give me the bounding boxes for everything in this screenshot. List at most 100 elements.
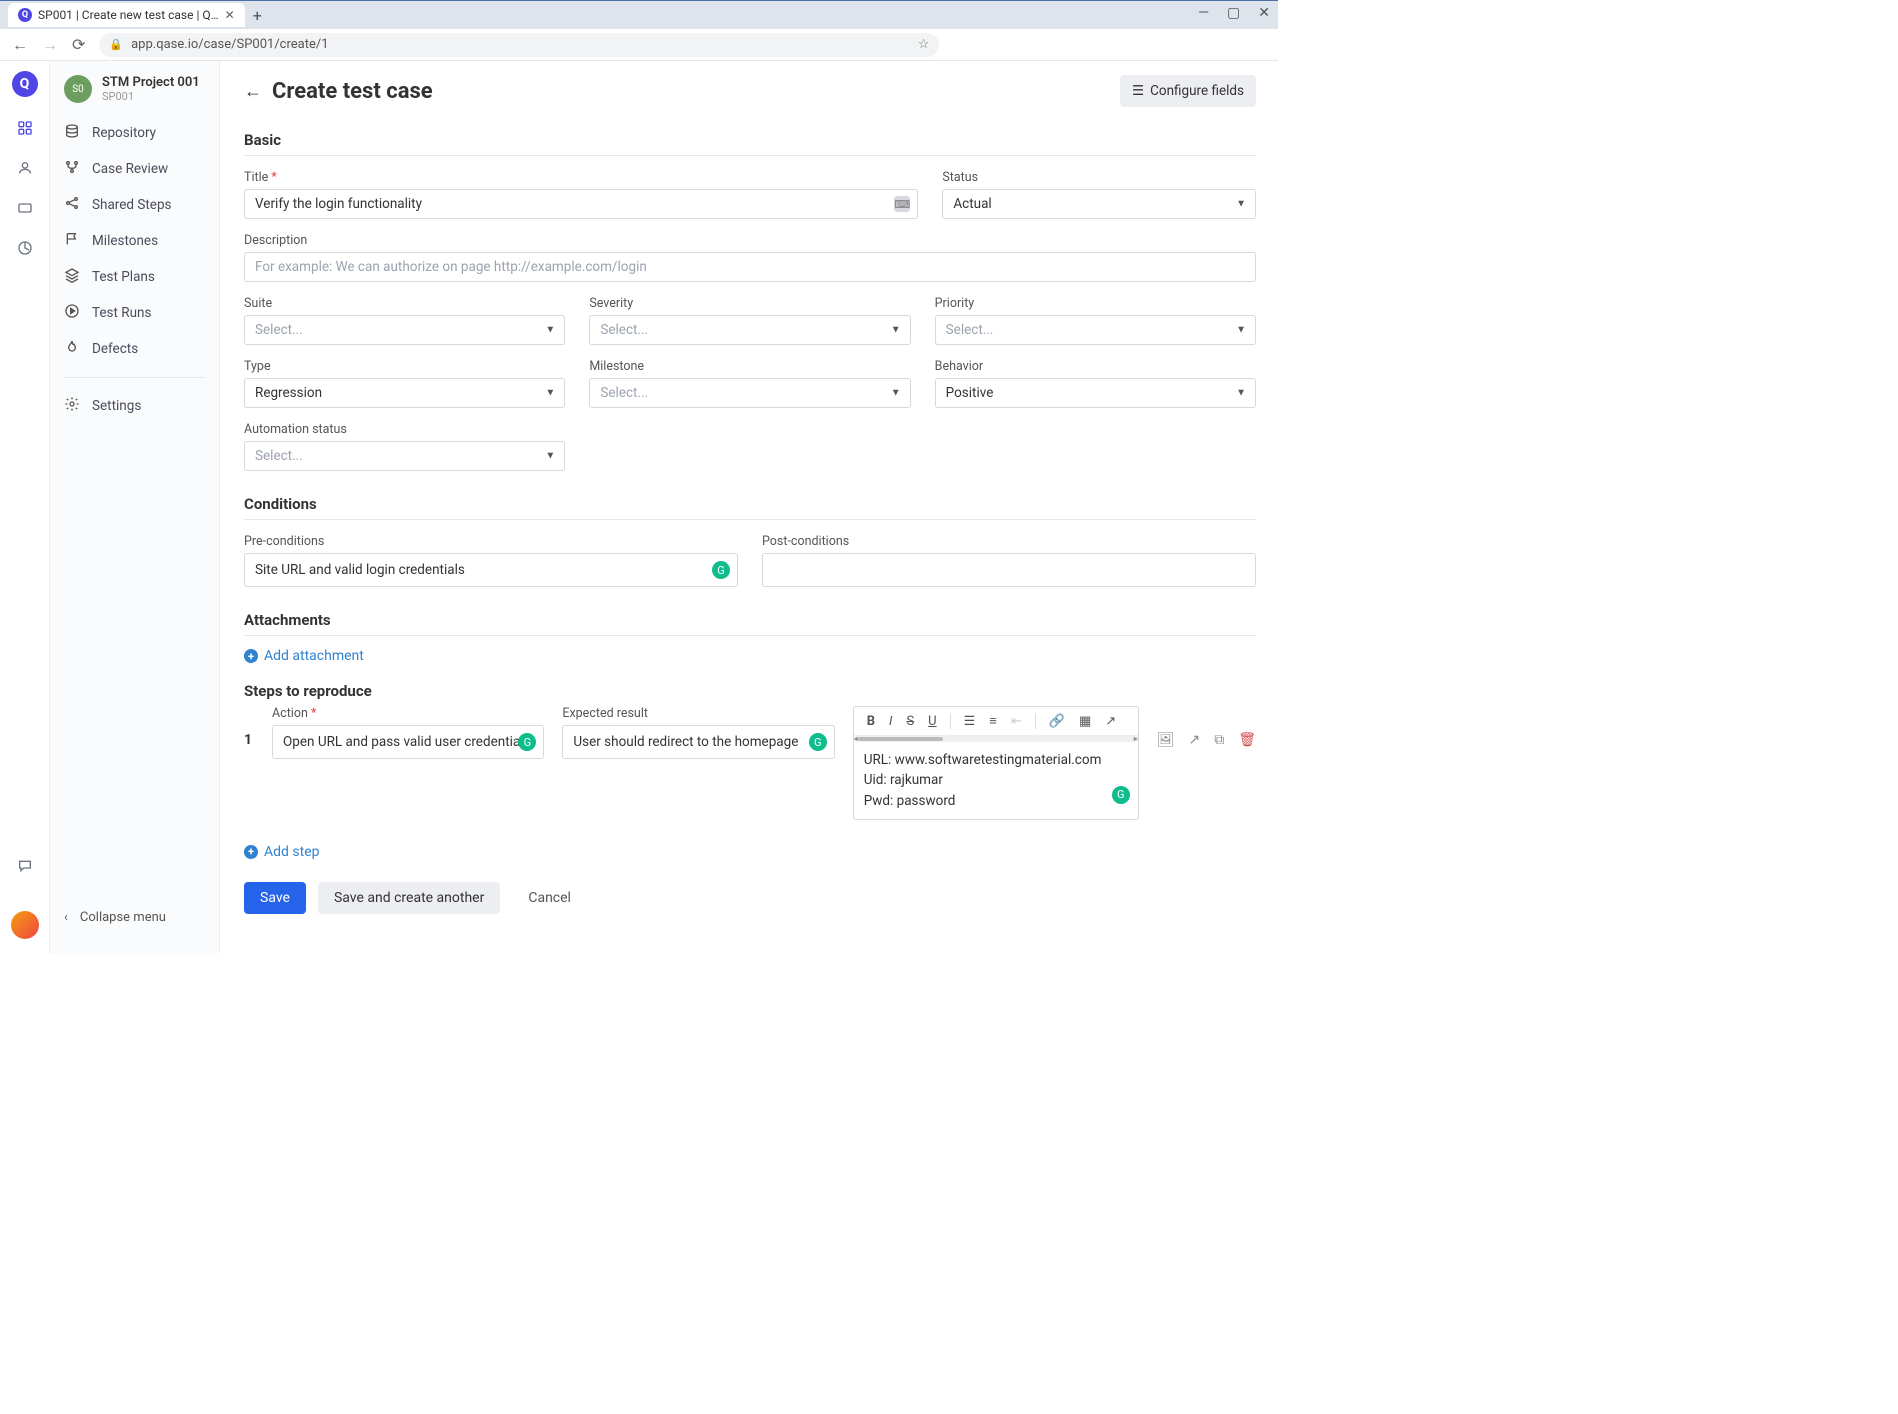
- maximize-icon[interactable]: ▢: [1227, 5, 1240, 21]
- description-input[interactable]: [244, 252, 1256, 282]
- sidebar-item-milestones[interactable]: Milestones: [50, 223, 219, 259]
- sidebar: S0 STM Project 001 SP001 Repository Case…: [50, 61, 220, 953]
- status-select[interactable]: [942, 189, 1256, 219]
- bold-icon[interactable]: B: [862, 712, 880, 731]
- trash-icon[interactable]: 🗑: [1238, 732, 1256, 748]
- save-and-create-another-button[interactable]: Save and create another: [318, 882, 500, 914]
- workspace-icon[interactable]: [16, 199, 34, 217]
- step-action-input[interactable]: [272, 725, 544, 759]
- behavior-select[interactable]: [935, 378, 1256, 408]
- add-step-button[interactable]: + Add step: [244, 844, 1278, 860]
- chat-icon[interactable]: [16, 857, 34, 875]
- grammarly-icon[interactable]: G: [518, 733, 536, 751]
- sidebar-item-repository[interactable]: Repository: [50, 115, 219, 151]
- reports-icon[interactable]: [16, 239, 34, 257]
- link-icon[interactable]: 🔗: [1044, 712, 1070, 731]
- collapse-menu-button[interactable]: ‹ Collapse menu: [50, 896, 219, 939]
- sidebar-item-label: Settings: [92, 398, 141, 414]
- step-actions: 🖼 ↗ ⧉ 🗑: [1157, 706, 1256, 748]
- postconditions-input[interactable]: [762, 553, 1256, 587]
- type-select[interactable]: [244, 378, 565, 408]
- collapse-label: Collapse menu: [80, 910, 166, 925]
- back-arrow-icon[interactable]: ←: [244, 81, 262, 102]
- sidebar-item-label: Test Runs: [92, 305, 151, 321]
- app-logo-icon[interactable]: Q: [12, 71, 38, 97]
- ordered-list-icon[interactable]: ≡: [984, 711, 1002, 731]
- dashboard-icon[interactable]: [16, 119, 34, 137]
- preconditions-input[interactable]: [244, 553, 738, 587]
- italic-icon[interactable]: I: [884, 712, 897, 731]
- browser-chrome: Q SP001 | Create new test case | Q… ✕ + …: [0, 0, 1278, 61]
- behavior-label: Behavior: [935, 359, 1256, 374]
- flag-icon: [64, 231, 80, 251]
- user-avatar[interactable]: [11, 911, 39, 939]
- step-number: 1: [244, 706, 254, 748]
- reload-icon[interactable]: ⟳: [72, 35, 85, 54]
- input-assist-icon[interactable]: ⌨: [894, 196, 910, 212]
- suite-label: Suite: [244, 296, 565, 311]
- sidebar-item-label: Case Review: [92, 161, 168, 177]
- priority-select[interactable]: [935, 315, 1256, 345]
- step-expected-input[interactable]: [562, 725, 834, 759]
- section-steps-title: Steps to reproduce: [244, 682, 1278, 700]
- tab-close-icon[interactable]: ✕: [225, 8, 235, 22]
- grammarly-icon[interactable]: G: [1112, 786, 1130, 804]
- sidebar-item-test-runs[interactable]: Test Runs: [50, 295, 219, 331]
- section-attachments-title: Attachments: [244, 611, 1278, 629]
- main-content: ← Create test case ☰ Configure fields Ba…: [220, 61, 1278, 953]
- rte-body[interactable]: URL: www.softwaretestingmaterial.com Uid…: [854, 742, 1138, 819]
- save-button[interactable]: Save: [244, 882, 306, 914]
- outdent-icon[interactable]: ⇤: [1006, 712, 1027, 731]
- preconditions-label: Pre-conditions: [244, 534, 738, 549]
- tab-title: SP001 | Create new test case | Q…: [38, 8, 219, 22]
- sidebar-item-test-plans[interactable]: Test Plans: [50, 259, 219, 295]
- automation-select[interactable]: [244, 441, 565, 471]
- underline-icon[interactable]: U: [923, 712, 941, 731]
- add-attachment-button[interactable]: + Add attachment: [244, 648, 1278, 664]
- sidebar-item-defects[interactable]: Defects: [50, 331, 219, 367]
- grammarly-icon[interactable]: G: [809, 733, 827, 751]
- sidebar-item-settings[interactable]: Settings: [50, 388, 219, 424]
- priority-label: Priority: [935, 296, 1256, 311]
- severity-select[interactable]: [589, 315, 910, 345]
- forward-icon[interactable]: →: [42, 35, 58, 55]
- minimize-icon[interactable]: —: [1198, 5, 1209, 21]
- project-header[interactable]: S0 STM Project 001 SP001: [50, 75, 219, 115]
- back-icon[interactable]: ←: [12, 35, 28, 55]
- title-input[interactable]: [244, 189, 918, 219]
- project-avatar: S0: [64, 75, 92, 103]
- milestone-select[interactable]: [589, 378, 910, 408]
- new-tab-button[interactable]: +: [253, 6, 262, 25]
- cancel-button[interactable]: Cancel: [512, 882, 587, 914]
- sidebar-item-shared-steps[interactable]: Shared Steps: [50, 187, 219, 223]
- share-step-icon[interactable]: ↗: [1188, 732, 1200, 748]
- image-icon[interactable]: 🖼: [1157, 732, 1175, 748]
- section-basic-title: Basic: [244, 131, 1278, 149]
- insert-icon[interactable]: ↗: [1100, 712, 1121, 731]
- configure-fields-button[interactable]: ☰ Configure fields: [1120, 75, 1256, 107]
- copy-icon[interactable]: ⧉: [1214, 732, 1224, 748]
- bookmark-star-icon[interactable]: ☆: [918, 37, 930, 52]
- table-icon[interactable]: ▦: [1074, 712, 1096, 731]
- rte-line: Uid: rajkumar: [864, 770, 1128, 790]
- browser-tab[interactable]: Q SP001 | Create new test case | Q… ✕: [8, 3, 245, 27]
- icon-rail: Q: [0, 61, 50, 953]
- grammarly-icon[interactable]: G: [712, 561, 730, 579]
- milestone-label: Milestone: [589, 359, 910, 374]
- bullet-list-icon[interactable]: ☰: [959, 712, 981, 731]
- user-icon[interactable]: [16, 159, 34, 177]
- close-window-icon[interactable]: ✕: [1258, 5, 1270, 21]
- suite-select[interactable]: [244, 315, 565, 345]
- address-bar[interactable]: 🔒 app.qase.io/case/SP001/create/1 ☆: [99, 33, 939, 57]
- rte-line: Pwd: password: [864, 791, 1128, 811]
- tab-favicon-icon: Q: [18, 8, 32, 22]
- chevron-left-icon: ‹: [64, 910, 68, 925]
- branch-icon: [64, 159, 80, 179]
- step-input-data-editor[interactable]: B I S U ☰ ≡ ⇤ 🔗 ▦ ↗ ◂▸: [853, 706, 1139, 820]
- strike-icon[interactable]: S: [901, 712, 919, 731]
- sliders-icon: ☰: [1132, 83, 1144, 99]
- title-label: Title *: [244, 170, 918, 185]
- gear-icon: [64, 396, 80, 416]
- action-label: Action *: [272, 706, 544, 721]
- sidebar-item-case-review[interactable]: Case Review: [50, 151, 219, 187]
